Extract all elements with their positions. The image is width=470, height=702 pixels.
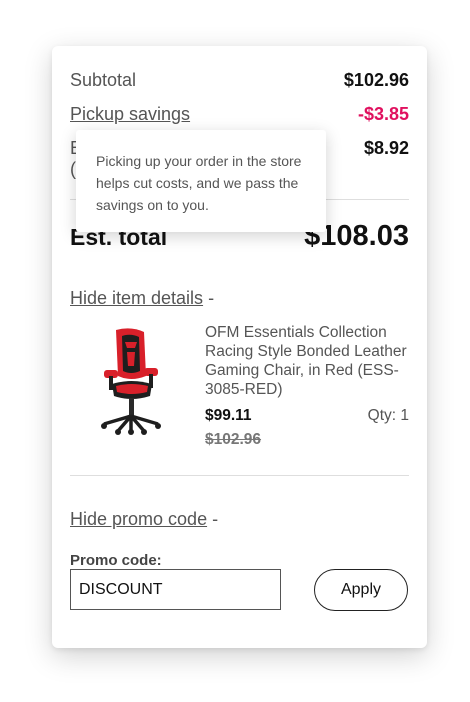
pickup-savings-row: Pickup savings -$3.85 xyxy=(70,104,409,125)
gaming-chair-image xyxy=(101,328,161,435)
subtotal-row: Subtotal $102.96 xyxy=(70,70,409,91)
pickup-savings-tooltip: Picking up your order in the store helps… xyxy=(76,130,326,232)
item-details-toggle[interactable]: Hide item details - xyxy=(70,288,214,309)
hide-item-details-link[interactable]: Hide item details xyxy=(70,288,203,308)
pickup-savings-link[interactable]: Pickup savings xyxy=(70,104,190,125)
promo-code-toggle[interactable]: Hide promo code - xyxy=(70,509,218,530)
collapse-icon: - xyxy=(212,509,219,529)
promo-code-label: Promo code: xyxy=(70,552,162,569)
product-title[interactable]: OFM Essentials Collection Racing Style B… xyxy=(205,323,415,399)
subtotal-label: Subtotal xyxy=(70,70,137,90)
pickup-savings-value: -$3.85 xyxy=(357,104,409,124)
collapse-icon: - xyxy=(208,288,215,308)
product-original-price: $102.96 xyxy=(205,431,262,448)
apply-button[interactable]: Apply xyxy=(314,569,408,611)
subtotal-value: $102.96 xyxy=(343,70,409,90)
product-quantity: Qty: 1 xyxy=(367,407,409,424)
promo-code-input[interactable] xyxy=(70,569,281,610)
product-price: $99.11 xyxy=(205,407,252,424)
divider xyxy=(70,475,409,476)
tax-value: $8.92 xyxy=(363,138,409,158)
hide-promo-code-link[interactable]: Hide promo code xyxy=(70,509,207,529)
